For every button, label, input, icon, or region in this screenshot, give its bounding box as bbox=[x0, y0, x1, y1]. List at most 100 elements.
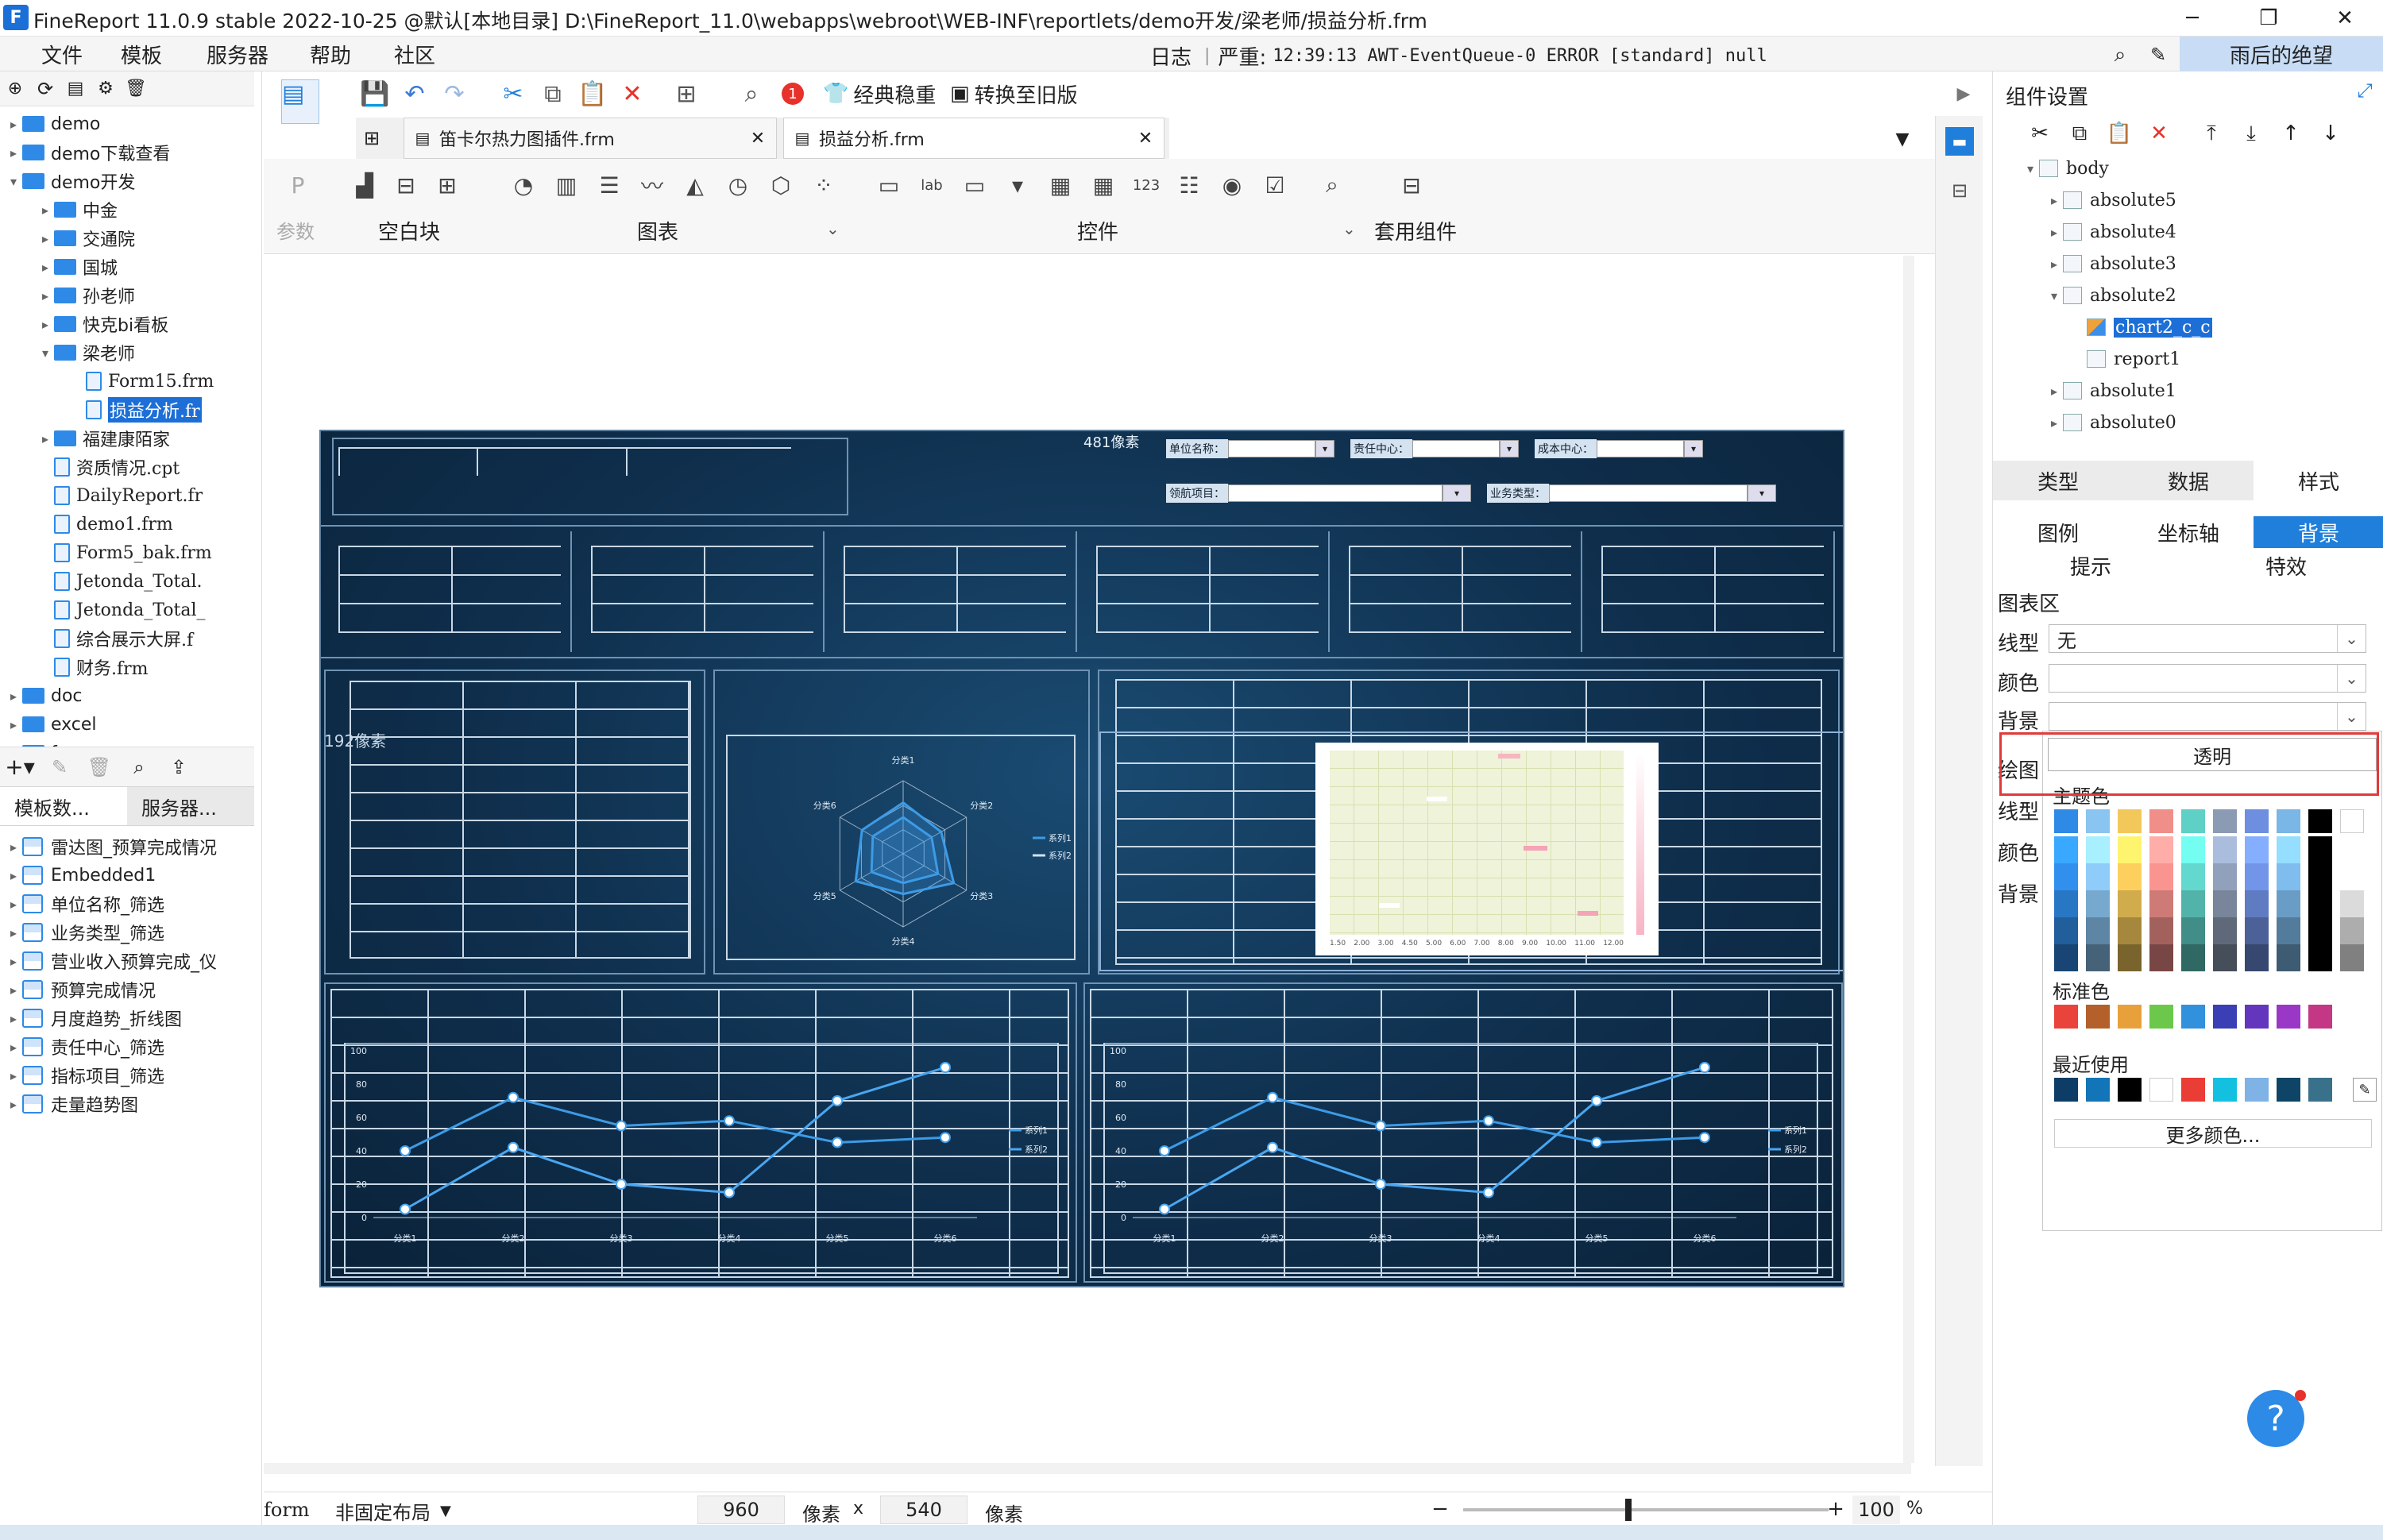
menu-server[interactable]: 服务器 bbox=[202, 40, 273, 68]
zoom-slider-handle[interactable] bbox=[1625, 1499, 1632, 1521]
radar-panel[interactable]: 分类1 分类2 分类3 分类4 分类5 分类6 系列1 系列2 bbox=[713, 670, 1090, 975]
delete-icon[interactable]: 🗑 bbox=[121, 79, 151, 98]
log-button[interactable]: 日志 bbox=[1150, 41, 1192, 71]
cut-icon[interactable]: ✂ bbox=[497, 78, 529, 110]
pie-chart-icon[interactable]: ◔ bbox=[508, 170, 539, 200]
paste-icon[interactable]: 📋 bbox=[2099, 122, 2139, 145]
filter-project-input[interactable] bbox=[1228, 484, 1443, 502]
color-swatch[interactable] bbox=[2245, 836, 2269, 863]
tree-item[interactable]: 综合展示大屏.f bbox=[0, 624, 261, 653]
color-swatch[interactable] bbox=[2086, 809, 2110, 833]
menu-file[interactable]: 文件 bbox=[37, 40, 87, 68]
tree-item[interactable]: Jetonda_Total. bbox=[0, 567, 261, 596]
tree-item[interactable]: 损益分析.fr bbox=[0, 396, 261, 424]
expand-closed-icon[interactable]: ▸ bbox=[5, 117, 22, 132]
tree-item[interactable]: ▸ demo下载查看 bbox=[0, 138, 261, 167]
expand-closed-icon[interactable]: ▸ bbox=[37, 317, 54, 332]
color-swatch[interactable] bbox=[2054, 1005, 2078, 1029]
gauge-icon[interactable]: ◷ bbox=[723, 170, 753, 200]
color-swatch[interactable] bbox=[2118, 1078, 2142, 1102]
expand-closed-icon[interactable]: ▸ bbox=[37, 203, 54, 218]
zoom-in-icon[interactable]: + bbox=[1824, 1497, 1848, 1521]
pin-icon[interactable]: ⤢ bbox=[2352, 78, 2377, 103]
line-type-select[interactable]: 无 ⌄ bbox=[2049, 624, 2366, 653]
kpi-card[interactable] bbox=[1590, 531, 1835, 652]
menu-help[interactable]: 帮助 bbox=[305, 40, 356, 68]
dataset-item[interactable]: ▸ 指标项目_筛选 bbox=[0, 1061, 254, 1090]
color-select[interactable]: ⌄ bbox=[2049, 664, 2366, 693]
structure-item[interactable]: ▸ absolute4 bbox=[2022, 216, 2371, 248]
color-swatch[interactable] bbox=[2308, 836, 2332, 863]
color-swatch[interactable] bbox=[2308, 944, 2332, 971]
tree-item[interactable]: ▾ demo开发 bbox=[0, 167, 261, 195]
horizontal-scrollbar[interactable] bbox=[264, 1463, 1911, 1474]
tab-heatmap-plugin[interactable]: ▤ 笛卡尔热力图插件.frm ✕ bbox=[404, 118, 777, 159]
area-chart-icon[interactable]: ◭ bbox=[680, 170, 710, 200]
color-swatch[interactable] bbox=[2149, 836, 2173, 863]
color-swatch[interactable] bbox=[2181, 1078, 2205, 1102]
combo-widget-icon[interactable]: ▾ bbox=[1002, 170, 1033, 200]
delete-x-icon[interactable]: ✕ bbox=[616, 78, 648, 110]
settings-icon[interactable]: ⚙ bbox=[91, 79, 121, 98]
move-bottom-icon[interactable]: ⤓ bbox=[2231, 122, 2271, 146]
color-swatch[interactable] bbox=[2118, 917, 2142, 944]
date-widget-icon[interactable]: ▦ bbox=[1045, 170, 1076, 200]
component-settings-icon[interactable]: ▬ bbox=[1945, 127, 1974, 156]
user-name[interactable]: 雨后的绝望 bbox=[2180, 37, 2383, 71]
expand-open-icon[interactable]: ▾ bbox=[37, 345, 54, 361]
color-swatch[interactable] bbox=[2149, 809, 2173, 833]
tree-item[interactable]: DailyReport.fr bbox=[0, 481, 261, 510]
hbar-chart-icon[interactable]: ☰ bbox=[594, 170, 624, 200]
filter-center-input[interactable] bbox=[1412, 440, 1500, 457]
color-swatch[interactable] bbox=[2086, 863, 2110, 890]
dataset-item[interactable]: ▸ Embedded1 bbox=[0, 861, 254, 890]
label-widget-icon[interactable]: lab bbox=[917, 170, 947, 200]
filter-project-dropdown-icon[interactable]: ▾ bbox=[1443, 484, 1471, 502]
tree-item[interactable]: ▸ 国城 bbox=[0, 253, 261, 281]
tree-item[interactable]: ▸ 交通院 bbox=[0, 224, 261, 253]
chart-expand-icon[interactable]: ⌄ bbox=[826, 219, 840, 238]
undo-icon[interactable]: ↶ bbox=[399, 78, 431, 110]
color-swatch[interactable] bbox=[2245, 1078, 2269, 1102]
color-swatch[interactable] bbox=[2149, 1005, 2173, 1029]
tree-item[interactable]: ▸ excel bbox=[0, 710, 261, 739]
radar-icon[interactable]: ⬡ bbox=[766, 170, 796, 200]
color-swatch[interactable] bbox=[2086, 944, 2110, 971]
color-swatch[interactable] bbox=[2054, 890, 2078, 917]
tree-item[interactable]: ▸ 福建康陌家 bbox=[0, 424, 261, 453]
color-swatch[interactable] bbox=[2340, 917, 2364, 944]
color-swatch[interactable] bbox=[2181, 836, 2205, 863]
filter-center-dropdown-icon[interactable]: ▾ bbox=[1500, 440, 1519, 457]
color-swatch[interactable] bbox=[2213, 863, 2237, 890]
tab-data[interactable]: 数据 bbox=[2123, 461, 2254, 500]
color-swatch[interactable] bbox=[2213, 836, 2237, 863]
expand-closed-icon[interactable]: ▸ bbox=[5, 954, 22, 969]
color-swatch[interactable] bbox=[2308, 890, 2332, 917]
color-swatch[interactable] bbox=[2245, 863, 2269, 890]
tree-widget-icon[interactable]: ⌕ bbox=[1317, 170, 1347, 200]
dataset-item[interactable]: ▸ 月度趋势_折线图 bbox=[0, 1004, 254, 1032]
tab-server-datasets[interactable]: 服务器... bbox=[127, 787, 254, 825]
convert-button[interactable]: ▣ 转换至旧版 bbox=[950, 79, 1078, 108]
classic-theme-button[interactable]: 👕 经典稳重 bbox=[823, 79, 936, 108]
zoom-input[interactable]: 100 bbox=[1852, 1496, 1900, 1524]
heatmap-panel[interactable]: 1.50 2.00 3.00 4.50 5.00 6.00 7.00 8.00 9.00 10.0… bbox=[1098, 670, 1843, 975]
tab-background[interactable]: 背景 bbox=[2254, 516, 2383, 548]
color-swatch[interactable] bbox=[2086, 1078, 2110, 1102]
control-expand-icon[interactable]: ⌄ bbox=[1342, 219, 1356, 238]
color-swatch[interactable] bbox=[2118, 863, 2142, 890]
color-swatch[interactable] bbox=[2245, 917, 2269, 944]
structure-item[interactable]: ▾ absolute2 bbox=[2022, 280, 2371, 311]
expand-closed-icon[interactable]: ▸ bbox=[5, 868, 22, 883]
color-swatch[interactable] bbox=[2308, 1078, 2332, 1102]
color-swatch[interactable] bbox=[2086, 890, 2110, 917]
expand-closed-icon[interactable]: ▸ bbox=[2045, 415, 2063, 430]
color-swatch[interactable] bbox=[2213, 890, 2237, 917]
format-icon[interactable]: ⊞ bbox=[670, 78, 702, 110]
tree-item[interactable]: Form15.frm bbox=[0, 367, 261, 396]
tab-effect[interactable]: 特效 bbox=[2188, 550, 2383, 581]
close-tab-icon[interactable]: ✕ bbox=[747, 128, 768, 149]
color-swatch[interactable] bbox=[2213, 1078, 2237, 1102]
color-swatch[interactable] bbox=[2149, 890, 2173, 917]
expand-open-icon[interactable]: ▾ bbox=[2022, 161, 2039, 176]
